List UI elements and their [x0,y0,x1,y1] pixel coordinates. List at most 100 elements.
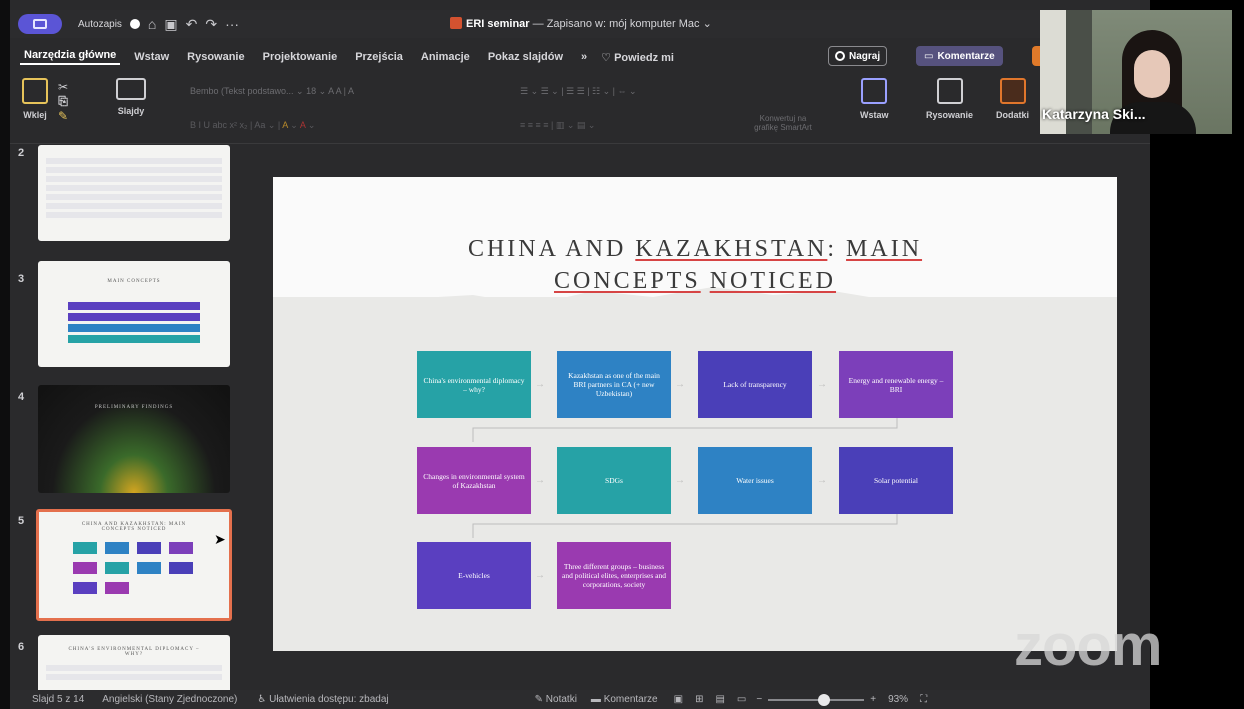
addins-group[interactable]: Dodatki [996,78,1029,120]
flow-box-1[interactable]: China's environmental diplomacy – why? [417,351,531,418]
tab-transitions[interactable]: Przejścia [351,51,407,63]
thumb2-row [46,203,222,209]
cut-copy-icons[interactable]: ✂ ⎘ ✎ [58,80,68,123]
flow-box-2[interactable]: Kazakhstan as one of the main BRI partne… [557,351,671,418]
font-format-row[interactable]: B I U abc x² x₂ | Aa ⌄ | A ⌄ A ⌄ [190,120,315,131]
save-location: — Zapisano w: mój komputer Mac ⌄ [529,18,712,30]
screen: Autozapis ⌂ ▣ ↶ ↷ ··· ERI seminar — Zapi… [0,0,1244,709]
flow-box-8[interactable]: Solar potential [839,447,953,514]
thumbnail-slide-4[interactable]: PRELIMINARY FINDINGS [38,385,230,493]
thumbnail-slide-5-selected[interactable]: CHINA AND KAZAKHSTAN: MAIN CONCEPTS NOTI… [36,509,232,621]
flow-box-3[interactable]: Lack of transparency [698,351,812,418]
arrow-right-icon: → [535,475,545,486]
more-icon[interactable]: ··· [225,16,239,32]
zoom-slider-thumb[interactable] [818,693,831,706]
thumbnail-slide-3[interactable]: MAIN CONCEPTS [38,261,230,367]
home-icon[interactable]: ⌂ [148,16,156,32]
notes-label: Notatki [545,694,577,705]
thumb-number-5: 5 [18,515,25,527]
redo-icon[interactable]: ↷ [205,16,217,33]
thumb2-row [46,158,222,164]
thumb5-box [73,582,97,594]
thumb5-flow [39,536,229,606]
reading-view-icon[interactable]: ▤ [715,694,724,705]
arrow-right-icon: → [817,475,827,486]
connector-1 [472,418,898,442]
title-main: MAIN [846,236,923,262]
ribbon: Wklej ✂ ⎘ ✎ Slajdy Bembo (Tekst podstawo..… [10,72,1150,144]
fit-to-window-icon[interactable]: ⛶ [920,694,927,705]
thumb5-title: CHINA AND KAZAKHSTAN: MAIN CONCEPTS NOTI… [81,522,187,532]
comments-status-button[interactable]: ▬ Komentarze [591,694,658,705]
thumb5-box [137,542,161,554]
thumbnail-slide-2[interactable] [38,145,230,241]
comments-button[interactable]: ▭ Komentarze [916,46,1003,66]
insert-group[interactable]: Wstaw [860,78,889,120]
title-colon: : [827,236,847,262]
flow-box-9[interactable]: E-vehicles [417,542,531,609]
tab-insert[interactable]: Wstaw [130,51,173,63]
slides-group[interactable]: Slajdy [116,78,146,116]
convert-smartart[interactable]: Konwertuj na grafikę SmartArt [748,114,818,132]
powerpoint-icon [450,17,462,29]
new-slide-icon [116,78,146,100]
thumbnail-slide-6[interactable]: CHINA'S ENVIRONMENTAL DIPLOMACY – WHY? [38,635,230,695]
title-concepts: CONCEPTS [553,268,701,294]
autosave-toggle[interactable] [129,19,140,29]
autosave-label: Autozapis [78,18,122,30]
zoom-watermark-logo: zoom [1014,613,1162,678]
tab-draw[interactable]: Rysowanie [183,51,248,63]
copy-icon: ⎘ [58,94,68,108]
tab-slideshow[interactable]: Pokaz slajdów [484,51,567,63]
normal-view-icon[interactable]: ▣ [674,694,683,705]
zoom-out-icon[interactable]: − [756,694,762,705]
notes-icon: ✎ [534,694,546,705]
notes-button[interactable]: ✎ Notatki [535,694,577,705]
arrow-right-icon: → [535,570,545,581]
paste-group[interactable]: Wklej [22,78,48,120]
flow-box-4[interactable]: Energy and renewable energy – BRI [839,351,953,418]
document-title: ERI seminar — Zapisano w: mój komputer M… [450,17,712,30]
tab-home[interactable]: Narzędzia główne [20,49,121,65]
font-selector[interactable]: Bembo (Tekst podstawo... ⌄ 18 ⌄ A A | A [190,86,354,97]
arrow-right-icon: → [817,379,827,390]
current-slide[interactable]: CHINA AND KAZAKHSTAN: MAIN CONCEPTS NOTI… [273,177,1117,651]
slideshow-view-icon[interactable]: ▭ [737,694,746,705]
language-indicator[interactable]: Angielski (Stany Zjednoczone) [102,694,237,705]
thumb3-bar [68,302,200,310]
sidebar-toggle-button[interactable] [18,14,62,34]
drawing-group[interactable]: Rysowanie [926,78,973,120]
thumb5-box [169,562,193,574]
thumb5-box [169,542,193,554]
flow-box-6[interactable]: SDGs [557,447,671,514]
zoom-slider[interactable] [768,693,865,706]
undo-icon[interactable]: ↶ [186,16,198,33]
thumb3-bar [68,313,200,321]
paragraph-row-2[interactable]: ≡ ≡ ≡ ≡ | ▥ ⌄ ▤ ⌄ [520,120,595,131]
save-icon[interactable]: ▣ [164,16,177,33]
tab-overflow[interactable]: » [577,51,591,63]
arrow-right-icon: → [535,379,545,390]
thumb2-row [46,212,222,218]
thumb3-bar [68,324,200,332]
record-button[interactable]: Nagraj [828,46,888,66]
flow-box-5[interactable]: Changes in environmental system of Kazak… [417,447,531,514]
flow-box-10[interactable]: Three different groups – business and po… [557,542,671,609]
comment-icon: ▭ [924,50,934,62]
thumb5-box [105,562,129,574]
thumb6-title: CHINA'S ENVIRONMENTAL DIPLOMACY – WHY? [68,647,200,657]
arrow-right-icon: → [675,379,685,390]
accessibility-button[interactable]: ♿ Ułatwienia dostępu: zbadaj [257,694,388,705]
participant-video[interactable]: Katarzyna Ski... [1040,10,1232,134]
tab-animations[interactable]: Animacje [417,51,474,63]
tell-me-search[interactable]: ♡ Powiedz mi [601,51,674,64]
flow-box-7[interactable]: Water issues [698,447,812,514]
tab-design[interactable]: Projektowanie [259,51,342,63]
thumb6-row [46,665,222,671]
thumb2-row [46,185,222,191]
slide-sorter-icon[interactable]: ⊞ [695,694,703,705]
zoom-in-icon[interactable]: + [870,694,876,705]
paragraph-row-1[interactable]: ☰ ⌄ ☰ ⌄ | ☰ ☰ | ☷ ⌄ | ⇔ ⌄ [520,86,637,97]
zoom-level[interactable]: 93% [888,694,908,705]
slide-title: CHINA AND KAZAKHSTAN: MAIN CONCEPTS NOTI… [273,233,1117,297]
